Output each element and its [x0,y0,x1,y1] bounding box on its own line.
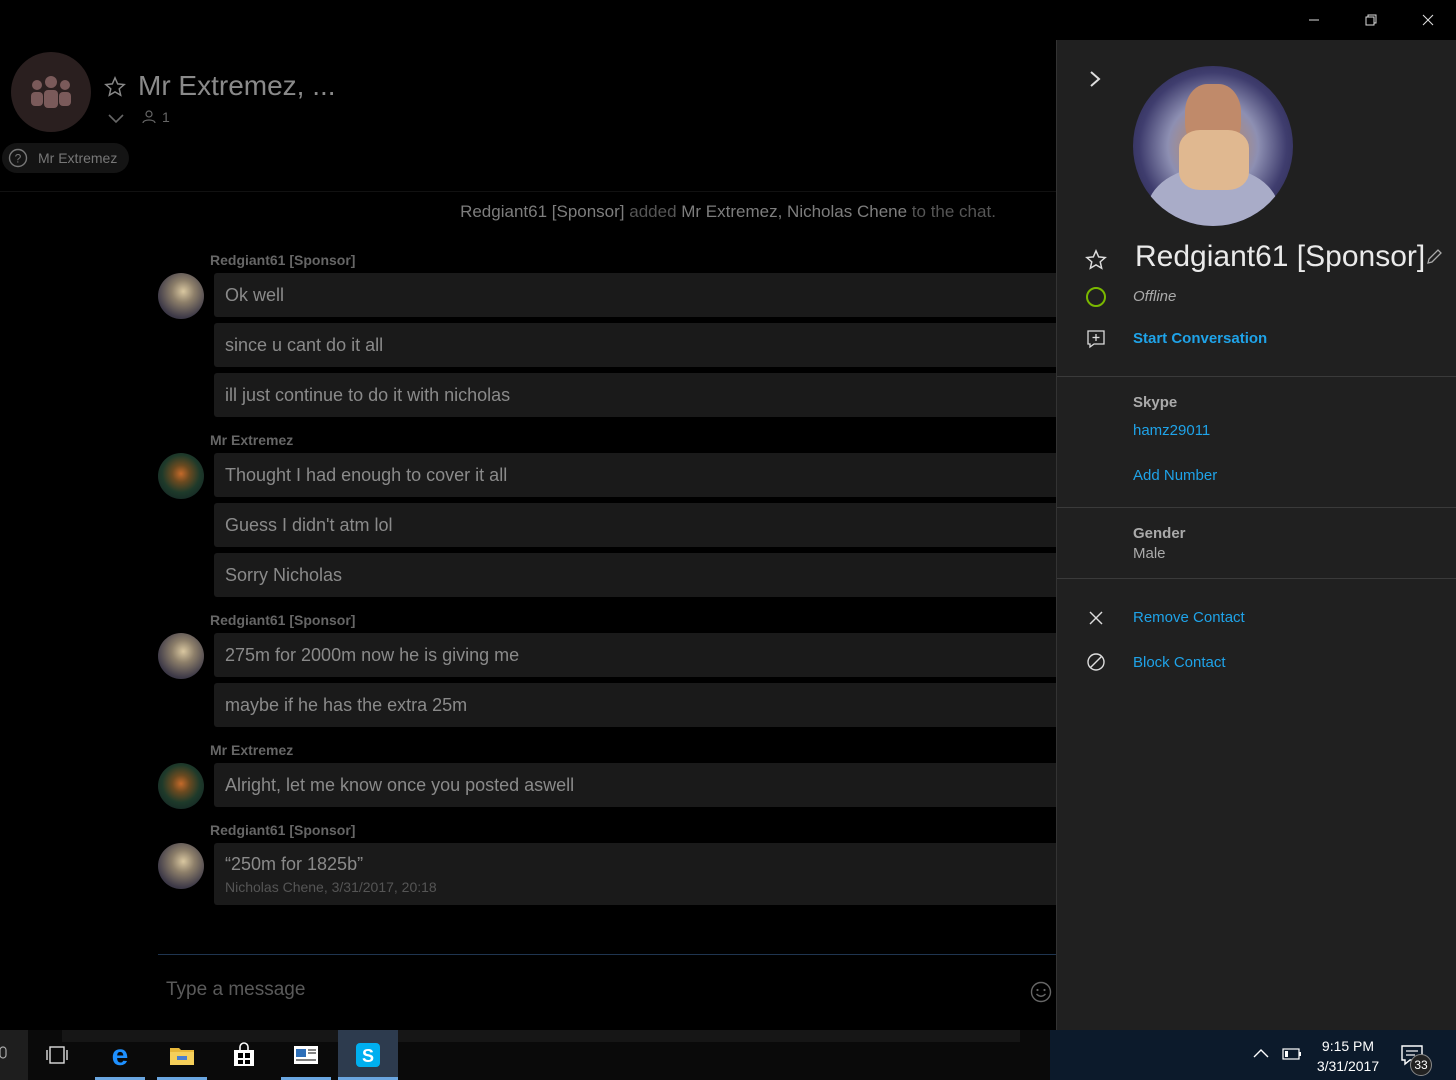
favorite-star-icon[interactable] [1085,249,1107,271]
store-taskbar-button[interactable] [219,1030,269,1080]
edge-icon: e [112,1041,129,1069]
favorite-star-icon[interactable] [104,76,126,98]
quote-meta: Nicholas Chene, 3/31/2017, 20:18 [225,878,437,895]
svg-text:?: ? [15,152,22,166]
message-sender[interactable]: Redgiant61 [Sponsor] [210,822,355,838]
avatar[interactable] [158,843,204,889]
contact-profile-panel: Redgiant61 [Sponsor] Offline Start Conve… [1056,40,1456,1030]
member-chip-label: Mr Extremez [38,150,118,166]
contact-name: Redgiant61 [Sponsor] [1135,240,1426,273]
system-tray: 9:15 PM 3/31/2017 33 [1050,1030,1456,1080]
message-bubble[interactable]: Ok well [214,273,1056,317]
window-controls [1285,0,1456,40]
system-message-actor[interactable]: Redgiant61 [Sponsor] [460,202,624,221]
divider [1057,507,1456,508]
edge-taskbar-button[interactable]: e [95,1030,145,1080]
microphone-icon [0,1046,7,1059]
pencil-icon[interactable] [1425,248,1443,266]
group-avatar[interactable] [11,52,91,132]
message-bubble[interactable]: Alright, let me know once you posted asw… [214,763,1056,807]
chat-header: Mr Extremez, ... 1 ? Mr Extremez [0,0,1056,192]
system-message-suffix: to the chat. [907,202,996,221]
quote-text: “250m for 1825b” [225,853,364,874]
skype-icon: S [356,1043,380,1067]
svg-text:S: S [362,1046,374,1066]
avatar-hands [1179,130,1249,190]
chevron-down-icon[interactable] [108,112,124,124]
message-sender[interactable]: Mr Extremez [210,432,293,448]
divider [1057,376,1456,377]
message-bubble[interactable]: since u cant do it all [214,323,1056,367]
chevron-right-icon[interactable] [1087,70,1103,88]
skype-taskbar-button[interactable]: S [338,1030,398,1080]
restore-icon [1365,14,1376,26]
participant-count[interactable]: 1 [142,109,170,125]
file-explorer-taskbar-button[interactable] [157,1030,207,1080]
block-icon[interactable] [1086,652,1106,672]
remove-icon[interactable] [1086,608,1106,628]
question-mark-icon: ? [8,148,28,168]
clock-time: 9:15 PM [1321,1038,1375,1054]
chat-title[interactable]: Mr Extremez, ... [138,70,336,102]
message-bubble[interactable]: maybe if he has the extra 25m [214,683,1056,727]
divider [1057,578,1456,579]
battery-icon[interactable] [1282,1048,1302,1060]
message-sender[interactable]: Mr Extremez [210,742,293,758]
block-contact-link[interactable]: Block Contact [1133,654,1226,671]
news-taskbar-button[interactable] [281,1030,331,1080]
person-icon [142,110,156,124]
remove-contact-link[interactable]: Remove Contact [1133,609,1245,626]
add-number-link[interactable]: Add Number [1133,467,1217,484]
contact-avatar[interactable] [1133,66,1293,226]
message-bubble[interactable]: Guess I didn't atm lol [214,503,1056,547]
start-conversation-link[interactable]: Start Conversation [1133,330,1267,347]
minimize-icon [1308,19,1319,21]
close-button[interactable] [1399,0,1456,40]
minimize-button[interactable] [1285,0,1342,40]
svg-text:e: e [112,1041,129,1069]
presence-status: Offline [1133,288,1177,305]
skype-id-link[interactable]: hamz29011 [1133,422,1210,439]
clock[interactable]: 9:15 PM 3/31/2017 [1300,1036,1396,1076]
chat-area: Mr Extremez, ... 1 ? Mr Extremez Redgian… [0,0,1056,1030]
system-message-verb: added [624,202,682,221]
message-bubble[interactable]: 275m for 2000m now he is giving me [214,633,1056,677]
emoji-icon[interactable] [1030,981,1052,1003]
store-icon [234,1042,254,1066]
file-explorer-icon [170,1048,194,1065]
taskbar: e S 9:15 PM 3/31/2017 33 [0,1030,1456,1080]
skype-label: Skype [1133,394,1178,411]
message-bubble[interactable]: Thought I had enough to cover it all [214,453,1056,497]
task-view-icon [46,1046,68,1064]
message-bubble[interactable]: Sorry Nicholas [214,553,1056,597]
news-app-icon [294,1046,318,1064]
quoted-message-bubble[interactable]: “250m for 1825b” Nicholas Chene, 3/31/20… [214,843,1056,905]
avatar[interactable] [158,763,204,809]
message-bubble[interactable]: ill just continue to do it with nicholas [214,373,1056,417]
task-view-button[interactable] [32,1030,82,1080]
presence-status-icon [1086,287,1106,307]
clock-date: 3/31/2017 [1316,1058,1380,1074]
restore-button[interactable] [1342,0,1399,40]
new-conversation-icon[interactable] [1086,329,1106,349]
message-input[interactable] [166,979,966,1001]
close-icon [1422,14,1433,26]
gender-value: Male [1133,545,1166,562]
member-chip[interactable]: ? Mr Extremez [2,143,130,173]
gender-label: Gender [1133,525,1186,542]
system-message-targets[interactable]: Mr Extremez, Nicholas Chene [681,202,907,221]
group-icon [31,76,71,108]
participant-count-label: 1 [162,109,170,125]
message-composer [158,954,1056,1028]
chevron-up-icon[interactable] [1253,1047,1269,1059]
avatar[interactable] [158,633,204,679]
notification-count-badge: 33 [1410,1054,1432,1076]
avatar[interactable] [158,273,204,319]
message-sender[interactable]: Redgiant61 [Sponsor] [210,612,355,628]
message-sender[interactable]: Redgiant61 [Sponsor] [210,252,355,268]
avatar[interactable] [158,453,204,499]
cortana-button[interactable] [0,1030,28,1080]
